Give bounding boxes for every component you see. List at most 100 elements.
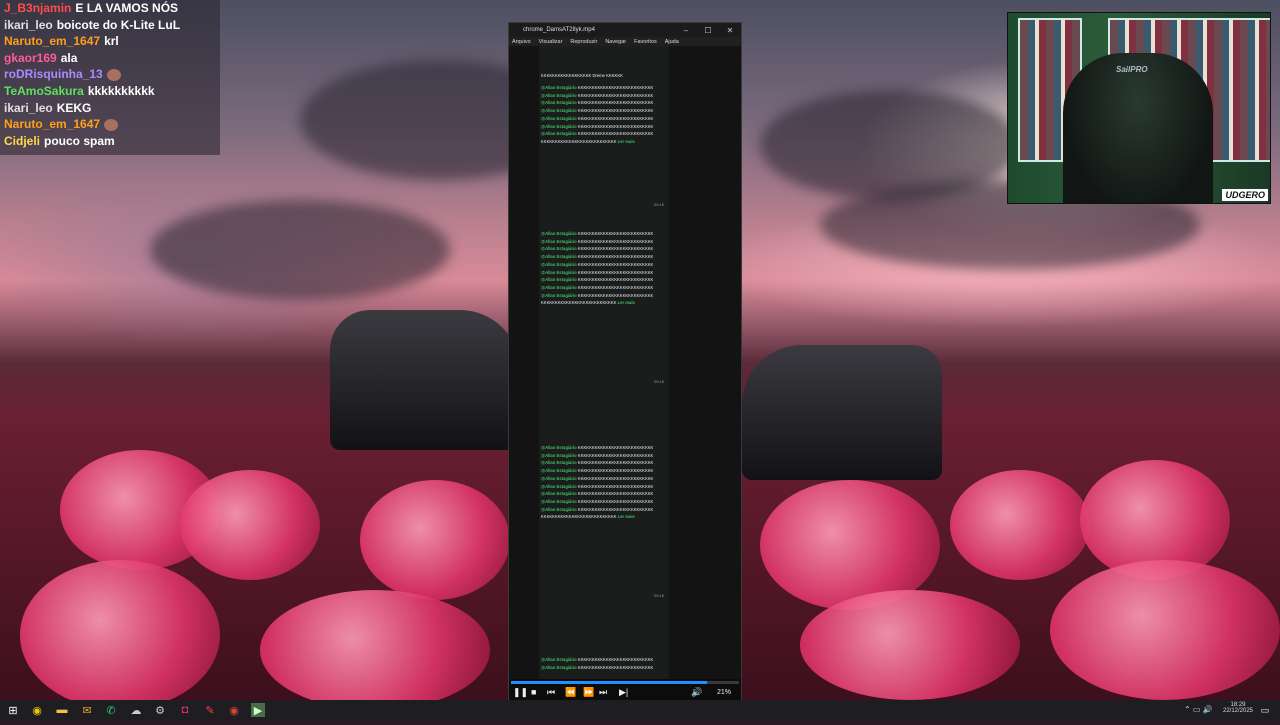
sender-name: @Allan Estagiário [541, 498, 577, 504]
sender-name: @Allan Estagiário [541, 246, 577, 252]
cloud [150, 200, 450, 300]
read-more-link[interactable]: KKKKKKKKKKKKKKKKKKKKKKKKKKK Ler mais [541, 299, 665, 307]
spam-line: @Allan Estagiário KKKKKKKKKKKKKKKKKKKKKK… [541, 130, 665, 138]
menu-ajuda[interactable]: Ajuda [665, 39, 679, 45]
sender-name: @Allan Estagiário [541, 231, 577, 236]
cloud-icon[interactable]: ☁ [129, 703, 143, 717]
frame-step-button[interactable]: ▶| [619, 687, 628, 698]
spam-text: KKKKKKKKKKKKKKKKKKKKKKKKKKK [577, 292, 654, 298]
spam-line: @Allan Estagiário KKKKKKKKKKKKKKKKKKKKKK… [541, 459, 665, 467]
spam-line: @Allan Estagiário KKKKKKKKKKKKKKKKKKKKKK… [541, 475, 665, 483]
spam-line: @Allan Estagiário KKKKKKKKKKKKKKKKKKKKKK… [541, 467, 665, 475]
chat-message: Naruto_em_1647 [0, 116, 220, 133]
message-timestamp: 09:15 [654, 378, 665, 384]
forward-button[interactable]: ⏩ [583, 687, 594, 698]
title-bar[interactable]: chrome_DamsAT2Ilyk.mp4 – ☐ ✕ [509, 23, 741, 37]
minimize-button[interactable]: – [675, 26, 697, 35]
chat-message: gkaor169 ala [0, 50, 220, 67]
read-more-label: Ler mais [617, 300, 635, 306]
spam-line: @Allan Estagiário KKKKKKKKKKKKKKKKKKKKKK… [541, 230, 665, 238]
spam-text: KKKKKKKKKKKKKKKKKKKKKKKKKKK [577, 664, 654, 670]
spam-line: @Allan Estagiário KKKKKKKKKKKKKKKKKKKKKK… [541, 261, 665, 269]
seek-bar[interactable] [511, 681, 739, 684]
spam-text: KKKKKKKKKKKKKKKKKKKKKKKKKKK [577, 452, 654, 458]
spam-text: KKKKKKKKKKKKKKKKKKKKKKKKKKK [577, 115, 654, 121]
stream-chat: J_B3njamin E LA VAMOS NÓS ikari_leo boicot… [0, 0, 220, 155]
sender-name: @Allan Estagiário [541, 284, 577, 290]
flower [20, 560, 220, 710]
sender-name: @Allan Estagiário [541, 131, 577, 137]
menu-reproduzir[interactable]: Reproduzir [570, 39, 597, 45]
taskbar: ⊞ ◉ ▬ ✉ ✆ ☁ ⚙ ◘ ✎ ◉ ▶ ⌃ ▭ 🔊 18:29 22/12/… [0, 700, 1280, 720]
spam-text: KKKKKKKKKKKKKKKKKKKKKKKKKKK [577, 277, 654, 283]
video-area[interactable]: KKKKKKKKKKKKKKKKKK Dreme KKKKKK @Allan E… [509, 46, 741, 700]
spam-text: KKKKKKKKKKKKKKKKKKKKKKKKKKK [577, 246, 654, 252]
chat-message: TeAmoSakura kkkkkkkkkk [0, 83, 220, 100]
spam-text: KKKKKKKKKKKKKKKKKKKKKKKKKKK [577, 483, 654, 489]
spam-line: @Allan Estagiário KKKKKKKKKKKKKKKKKKKKKK… [541, 245, 665, 253]
chat-username: Naruto_em_1647 [4, 34, 101, 49]
car-left [330, 310, 520, 450]
chrome-alt-icon[interactable]: ◉ [227, 703, 241, 717]
windows-logo-icon[interactable]: ⊞ [6, 703, 20, 717]
emote-icon [104, 118, 119, 131]
volume-icon[interactable]: 🔊 [691, 687, 702, 698]
pause-button[interactable]: ❚❚ [513, 687, 528, 698]
menu-arquivo[interactable]: Arquivo [512, 39, 531, 45]
settings-icon[interactable]: ⚙ [153, 703, 167, 717]
read-more-link[interactable]: KKKKKKKKKKKKKKKKKKKKKKKKKKK Ler mais [541, 513, 665, 521]
rewind-button[interactable]: ⏪ [565, 687, 576, 698]
read-more-link[interactable]: KKKKKKKKKKKKKKKKKKKKKKKKKKK Ler mais [541, 138, 665, 146]
mail-icon[interactable]: ✉ [80, 703, 94, 717]
volume-level: 21% [717, 689, 732, 696]
spam-line: @Allan Estagiário KKKKKKKKKKKKKKKKKKKKKK… [541, 276, 665, 284]
whatsapp-icon[interactable]: ✆ [104, 703, 118, 717]
spam-text: KKKKKKKKKKKKKKKKKKKKKKKKKKK [577, 506, 654, 512]
spam-text: KKKKKKKKKKKKKKKKKKKKKKKKKKK [577, 269, 654, 275]
spam-line: @Allan Estagiário KKKKKKKKKKKKKKKKKKKKKK… [541, 99, 665, 107]
spam-text: KKKKKKKKKKKKKKKKKKKKKKKKKKK [577, 445, 654, 450]
seek-progress [511, 681, 708, 684]
file-explorer-icon[interactable]: ▬ [55, 703, 69, 717]
spam-line: @Allan Estagiário KKKKKKKKKKKKKKKKKKKKKK… [541, 92, 665, 100]
menu-visualizar[interactable]: Visualizar [539, 39, 563, 45]
sender-name: @Allan Estagiário [541, 506, 577, 512]
sender-name: @Allan Estagiário [541, 85, 577, 90]
spam-text: KKKKKKKKKKKKKKKKKKKKKKKKKKK [541, 514, 617, 520]
stop-button[interactable]: ■ [531, 687, 536, 697]
sender-name: @Allan Estagiário [541, 238, 577, 244]
flower [1050, 560, 1280, 700]
menu-favoritos[interactable]: Favoritos [634, 39, 657, 45]
tray-icons[interactable]: ⌃ ▭ 🔊 [1184, 705, 1213, 725]
close-button[interactable]: ✕ [719, 26, 741, 35]
previous-button[interactable]: ⏮ [547, 687, 555, 698]
clock[interactable]: 18:29 22/12/2025 [1221, 702, 1255, 722]
spam-line: @Allan Estagiário KKKKKKKKKKKKKKKKKKKKKK… [541, 123, 665, 131]
instagram-icon[interactable]: ◘ [178, 703, 192, 717]
notification-icon[interactable]: ▭ [1258, 703, 1272, 717]
spam-text: KKKKKKKKKKKKKKKKKKKKKKKKKKK [577, 468, 654, 474]
maximize-button[interactable]: ☐ [697, 26, 719, 35]
chrome-icon[interactable]: ◉ [30, 703, 44, 717]
chat-text: kkkkkkkkkk [87, 83, 155, 98]
media-player-icon[interactable]: ▶ [251, 703, 265, 717]
menu-navegar[interactable]: Navegar [605, 39, 626, 45]
tool-icon[interactable]: ✎ [203, 703, 217, 717]
next-button[interactable]: ⏭ [599, 687, 607, 698]
spam-line: @Allan Estagiário KKKKKKKKKKKKKKKKKKKKKK… [541, 84, 665, 92]
chat-text: KEKG [56, 100, 92, 115]
spam-line: @Allan Estagiário KKKKKKKKKKKKKKKKKKKKKK… [541, 238, 665, 246]
media-player-window[interactable]: chrome_DamsAT2Ilyk.mp4 – ☐ ✕ Arquivo Vis… [508, 22, 742, 706]
chat-username: roDRisquinha_13 [4, 67, 103, 82]
spam-text: KKKKKKKKKKKKKKKKKKKKKKKKKKK [577, 92, 654, 98]
chat-message: Cidjeli pouco spam [0, 133, 220, 150]
sender-name: @Allan Estagiário [541, 452, 577, 458]
channel-badge: UDGERO [1222, 189, 1268, 201]
read-more-label: Ler mais [617, 514, 635, 520]
sender-name: @Allan Estagiário [541, 483, 577, 489]
flower [360, 480, 510, 600]
chat-username: ikari_leo [4, 100, 53, 115]
sender-name: @Allan Estagiário [541, 657, 577, 662]
spam-line: @Allan Estagiário KKKKKKKKKKKKKKKKKKKKKK… [541, 664, 665, 672]
spam-text: KKKKKKKKKKKKKKKKKKKKKKKKKKK [577, 657, 654, 662]
